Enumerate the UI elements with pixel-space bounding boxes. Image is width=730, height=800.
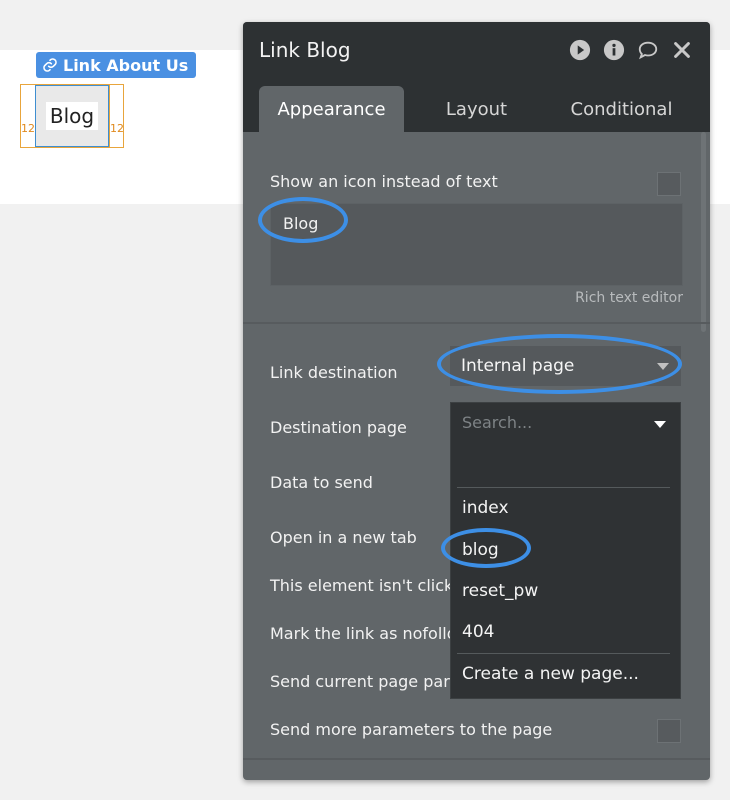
rich-text-editor-link[interactable]: Rich text editor (575, 290, 683, 306)
highlight-oval-text (258, 197, 348, 243)
element-tag-link-about-us[interactable]: Link About Us (36, 52, 197, 78)
panel-tabs: Appearance Layout Conditional (243, 78, 710, 132)
blog-link-text: Blog (45, 102, 99, 130)
tab-conditional[interactable]: Conditional (549, 86, 694, 132)
tab-appearance[interactable]: Appearance (259, 86, 404, 132)
highlight-oval-blog-option (441, 528, 531, 568)
page-option-index[interactable]: index (462, 498, 509, 518)
info-icon[interactable] (602, 38, 626, 62)
highlight-oval-link-destination (437, 334, 682, 394)
padding-guide-right (109, 85, 110, 147)
comment-icon[interactable] (636, 38, 660, 62)
property-editor-panel: Link Blog Appearance Layout Conditional … (243, 22, 710, 780)
padding-left-label: 12 (21, 122, 35, 135)
tab-layout[interactable]: Layout (404, 86, 549, 132)
show-icon-label: Show an icon instead of text (270, 172, 498, 191)
show-icon-checkbox[interactable] (657, 172, 681, 196)
send-more-params-label: Send more parameters to the page (270, 720, 553, 739)
dropdown-divider (457, 487, 670, 488)
blog-link-element[interactable]: Blog (35, 85, 109, 147)
page-option-404[interactable]: 404 (462, 622, 494, 642)
destination-page-label: Destination page (270, 418, 407, 437)
section-divider (243, 322, 710, 324)
play-icon[interactable] (568, 38, 592, 62)
page-option-reset-pw[interactable]: reset_pw (462, 581, 538, 601)
create-new-page-option[interactable]: Create a new page... (462, 664, 639, 684)
send-more-params-checkbox[interactable] (657, 719, 681, 743)
section-divider (243, 758, 710, 760)
nofollow-label: Mark the link as nofollo (270, 624, 457, 643)
data-to-send-label: Data to send (270, 473, 373, 492)
send-params-label: Send current page para (270, 672, 460, 691)
open-new-tab-label: Open in a new tab (270, 528, 417, 547)
panel-header: Link Blog (243, 22, 710, 78)
page-search-input[interactable]: Search... (462, 413, 532, 432)
element-tag-label: Link About Us (63, 55, 189, 75)
padding-right-label: 12 (110, 122, 124, 135)
close-icon[interactable] (670, 38, 694, 62)
dropdown-divider (457, 653, 670, 654)
link-icon (43, 58, 57, 72)
panel-scrollbar[interactable] (701, 132, 706, 332)
panel-title: Link Blog (259, 38, 351, 62)
chevron-down-icon[interactable] (654, 421, 666, 428)
link-destination-label: Link destination (270, 363, 398, 382)
not-clickable-label: This element isn't clicka (270, 576, 463, 595)
